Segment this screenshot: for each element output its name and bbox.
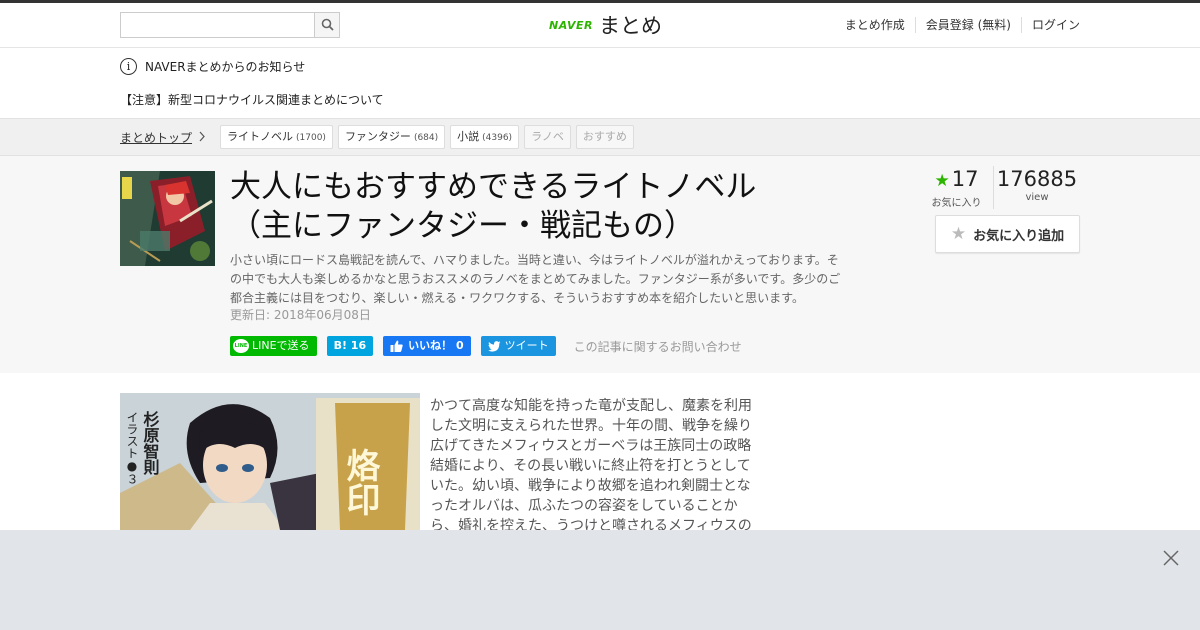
facebook-like-label: いいね！ 0 bbox=[408, 339, 464, 352]
book-synopsis: かつて高度な知能を持った竜が支配し、魔素を利用した文明に支えられた世界。十年の間… bbox=[430, 398, 752, 530]
tag-bar: まとめトップ ライトノベル (1700) ファンタジー (684) 小説 (4396)… bbox=[0, 118, 1200, 156]
book-cover-art: 烙印 杉原智則 イラスト●３ bbox=[120, 393, 420, 530]
article-title-line2: （主にファンタジー・戦記もの） bbox=[230, 208, 695, 244]
logo-naver: NAVER bbox=[549, 18, 593, 32]
article-title-line1: 大人にもおすすめできるライトノベル bbox=[230, 169, 757, 205]
tag-count: (1700) bbox=[296, 133, 326, 143]
share-buttons: LINE LINEで送る B! 16 いいね！ 0 ツイート この記事に関するお… bbox=[230, 336, 742, 356]
logo-matome: まとめ bbox=[598, 14, 662, 38]
tag-label: ラノベ bbox=[531, 130, 564, 143]
site-header: NAVER まとめ まとめ作成 会員登録 (無料) ログイン bbox=[0, 3, 1200, 48]
tweet-button[interactable]: ツイート bbox=[480, 336, 556, 356]
nav-create-matome[interactable]: まとめ作成 bbox=[835, 17, 915, 33]
star-outline-icon: ★ bbox=[950, 224, 967, 244]
tag-count: (684) bbox=[413, 133, 439, 143]
line-share-label: LINEで送る bbox=[252, 339, 310, 352]
close-icon[interactable] bbox=[1161, 548, 1181, 568]
notice-item[interactable]: 【注意】新型コロナウイルス関連まとめについて bbox=[120, 91, 384, 108]
views-count: 176885 bbox=[996, 167, 1078, 191]
nav-login[interactable]: ログイン bbox=[1020, 17, 1080, 33]
article-thumbnail[interactable] bbox=[120, 171, 215, 266]
add-favorite-button[interactable]: ★ お気に入り追加 bbox=[935, 215, 1080, 253]
cover-author-text: 杉原智則 bbox=[141, 410, 160, 476]
article-description: 小さい頃にロードス島戦記を読んで、ハマりました。当時と違い、今はライトノベルが溢… bbox=[230, 253, 841, 305]
updated-date: 更新日: 2018年06月08日 bbox=[230, 308, 371, 322]
cover-illustrator-text: イラスト●３ bbox=[125, 411, 139, 485]
article-stats: ★17 お気に入り 176885 view bbox=[920, 166, 1080, 209]
site-logo[interactable]: NAVER まとめ bbox=[549, 12, 662, 38]
tag-fantasy[interactable]: ファンタジー (684) bbox=[337, 125, 446, 149]
article-title: 大人にもおすすめできるライトノベル （主にファンタジー・戦記もの） bbox=[230, 168, 830, 246]
article-header: 大人にもおすすめできるライトノベル （主にファンタジー・戦記もの） 小さい頃にロ… bbox=[0, 156, 1200, 373]
tag-ranobe[interactable]: ラノベ bbox=[524, 125, 571, 149]
tag-label: ファンタジー bbox=[344, 130, 411, 143]
search-icon bbox=[321, 18, 334, 31]
notice-heading-text: NAVERまとめからのお知らせ bbox=[145, 60, 306, 74]
nav-register[interactable]: 会員登録 (無料) bbox=[914, 17, 1021, 33]
search-box bbox=[120, 12, 340, 38]
header-nav: まとめ作成 会員登録 (無料) ログイン bbox=[835, 17, 1080, 33]
thumbs-up-icon bbox=[390, 340, 403, 352]
favorites-stat: ★17 お気に入り bbox=[920, 166, 994, 209]
tag-osusume[interactable]: おすすめ bbox=[575, 125, 634, 149]
tag-label: 小説 bbox=[457, 130, 480, 143]
favorites-label: お気に入り bbox=[931, 198, 982, 209]
cover-title-text: 烙印 bbox=[340, 448, 380, 516]
tag-list: ライトノベル (1700) ファンタジー (684) 小説 (4396) ラノベ おす… bbox=[220, 125, 639, 149]
tag-novel[interactable]: 小説 (4396) bbox=[450, 125, 520, 149]
search-input[interactable] bbox=[121, 13, 315, 37]
tag-count: (4396) bbox=[482, 133, 513, 143]
search-button[interactable] bbox=[314, 13, 339, 37]
line-share-button[interactable]: LINE LINEで送る bbox=[230, 336, 317, 356]
views-label: view bbox=[1025, 192, 1049, 203]
views-stat: 176885 view bbox=[994, 166, 1080, 209]
facebook-like-button[interactable]: いいね！ 0 bbox=[383, 336, 471, 356]
info-icon: i bbox=[120, 58, 137, 75]
tweet-label: ツイート bbox=[504, 339, 549, 352]
add-favorite-label: お気に入り追加 bbox=[973, 228, 1065, 244]
book-cover-thumbnail bbox=[120, 171, 215, 266]
twitter-bird-icon bbox=[487, 340, 501, 352]
book-cover-image[interactable]: 烙印 杉原智則 イラスト●３ bbox=[120, 393, 420, 530]
article-contact-link[interactable]: この記事に関するお問い合わせ bbox=[574, 338, 742, 355]
tag-label: おすすめ bbox=[582, 130, 627, 143]
hatena-bookmark-button[interactable]: B! 16 bbox=[326, 336, 374, 356]
notice-heading[interactable]: i NAVERまとめからのお知らせ bbox=[120, 58, 305, 75]
hatena-label: B! 16 bbox=[333, 339, 367, 352]
breadcrumb-top[interactable]: まとめトップ bbox=[120, 129, 192, 146]
ad-banner bbox=[0, 530, 1200, 630]
star-icon: ★ bbox=[934, 171, 950, 191]
tag-light-novel[interactable]: ライトノベル (1700) bbox=[220, 125, 333, 149]
chevron-right-icon bbox=[199, 131, 205, 142]
line-icon: LINE bbox=[233, 339, 249, 353]
tag-label: ライトノベル bbox=[227, 130, 293, 143]
favorites-count: 17 bbox=[951, 167, 979, 191]
